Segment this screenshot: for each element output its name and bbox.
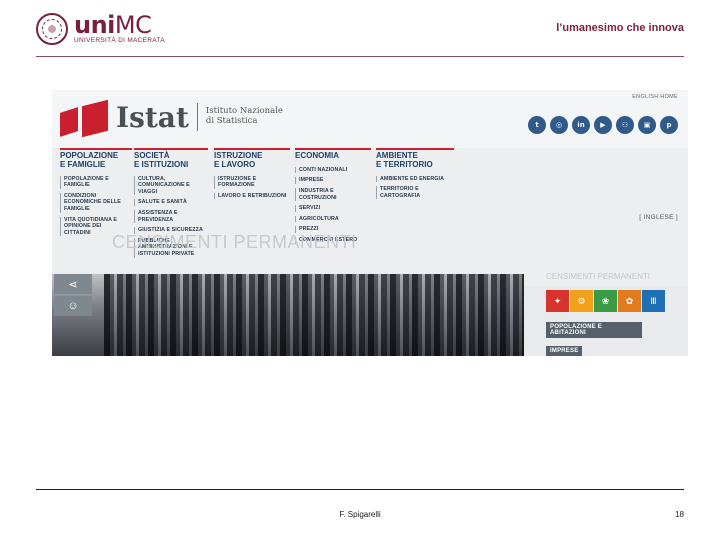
menu-column-4: AMBIENTE E TERRITORIO AMBIENTE ED ENERGIA… — [376, 148, 454, 203]
flickr-icon[interactable]: ⚇ — [616, 116, 634, 134]
census-tiles: ✦ ⚙ ❀ ✿ Ⅲ — [546, 290, 686, 312]
census-button-population[interactable]: POPOLAZIONE E ABITAZIONI — [546, 322, 642, 338]
menu-link[interactable]: TERRITORIO E CARTOGRAFIA — [376, 186, 454, 200]
menu-title[interactable]: AMBIENTE E TERRITORIO — [376, 151, 454, 170]
census-tile-icon[interactable]: ⚙ — [570, 290, 593, 312]
menu-link[interactable]: AMBIENTE ED ENERGIA — [376, 175, 454, 183]
menu-link[interactable]: INDUSTRIA E COSTRUZIONI — [295, 188, 371, 202]
feedback-icon[interactable]: ☺ — [54, 296, 92, 316]
menu-links: POPOLAZIONE E FAMIGLIE CONDIZIONI ECONOMI… — [60, 175, 132, 237]
page-number: 18 — [675, 510, 684, 519]
menu-title[interactable]: SOCIETÀ E ISTITUZIONI — [134, 151, 208, 170]
menu-link[interactable]: CONDIZIONI ECONOMICHE DELLE FAMIGLIE — [60, 192, 132, 213]
istat-separator — [196, 103, 198, 131]
menu-title[interactable]: ISTRUZIONE E LAVORO — [214, 151, 290, 170]
menu-link[interactable]: LAVORO E RETRIBUZIONI — [214, 192, 290, 200]
menu-title[interactable]: POPOLAZIONE E FAMIGLIE — [60, 151, 132, 170]
university-seal-icon — [36, 13, 68, 45]
menu-link[interactable]: ISTRUZIONE E FORMAZIONE — [214, 175, 290, 189]
menu-column-accent — [376, 148, 454, 150]
social-links: t ◎ in ▶ ⚇ ▣ p — [528, 116, 678, 134]
twitter-icon[interactable]: t — [528, 116, 546, 134]
menu-column-accent — [134, 148, 208, 150]
menu-link[interactable]: CULTURA, COMUNICAZIONE E VIAGGI — [134, 175, 208, 196]
menu-links: AMBIENTE ED ENERGIA TERRITORIO E CARTOGRA… — [376, 175, 454, 200]
istat-mark-icon — [60, 99, 112, 138]
menu-link[interactable]: ASSISTENZA E PREVIDENZA — [134, 210, 208, 224]
tagline: l’umanesimo che innova — [556, 22, 684, 34]
menu-column-accent — [214, 148, 290, 150]
census-panel: ✦ ⚙ ❀ ✿ Ⅲ POPOLAZIONE E ABITAZIONI IMPRESE — [546, 290, 686, 356]
census-tile-icon[interactable]: ✿ — [618, 290, 641, 312]
footer-rule — [36, 489, 684, 490]
pinterest-icon[interactable]: p — [660, 116, 678, 134]
unimc-logo: uniMC UNIVERSITÀ DI MACERATA — [36, 12, 165, 46]
istat-subtitle-line2: di Statistica — [205, 116, 258, 126]
inglese-link[interactable]: [ INGLESE ] — [639, 214, 678, 221]
census-label: CENSIMENTI PERMANENTI — [546, 272, 651, 281]
census-button-imprese[interactable]: IMPRESE — [546, 346, 583, 356]
header-rule — [36, 56, 684, 57]
youtube-icon[interactable]: ▶ — [594, 116, 612, 134]
menu-column-accent — [295, 148, 371, 150]
side-tools: ⋖ ☺ — [54, 274, 92, 318]
logo-main-thin: MC — [114, 11, 152, 40]
census-tile-icon[interactable]: ❀ — [594, 290, 617, 312]
ghost-banner-title: CENSIMENTI PERMANENTI — [112, 232, 357, 252]
menu-column-0: POPOLAZIONE E FAMIGLIE POPOLAZIONE E FAMI… — [60, 148, 132, 240]
menu-column-2: ISTRUZIONE E LAVORO ISTRUZIONE E FORMAZIO… — [214, 148, 290, 203]
istat-wordmark: Istat — [116, 100, 189, 134]
hero-crowd-image — [104, 274, 524, 356]
menu-link[interactable]: SERVIZI — [295, 205, 371, 212]
logo-subtitle: UNIVERSITÀ DI MACERATA — [74, 37, 165, 45]
english-home-link[interactable]: ENGLISH HOME — [632, 94, 678, 100]
menu-link[interactable]: POPOLAZIONE E FAMIGLIE — [60, 175, 132, 189]
menu-link[interactable]: SALUTE E SANITÀ — [134, 199, 208, 207]
census-tile-icon[interactable]: Ⅲ — [642, 290, 665, 312]
istat-website-screenshot: ENGLISH HOME Istat Istituto Nazionale di… — [52, 90, 688, 356]
istat-logo[interactable]: Istat Istituto Nazionale di Statistica — [60, 99, 283, 138]
menu-link[interactable]: IMPRESE — [295, 177, 371, 185]
logo-main-bold: uni — [74, 11, 115, 40]
share-icon[interactable]: ⋖ — [54, 274, 92, 294]
menu-links: ISTRUZIONE E FORMAZIONE LAVORO E RETRIBUZ… — [214, 175, 290, 200]
menu-column-accent — [60, 148, 132, 150]
unimc-wordmark: uniMC UNIVERSITÀ DI MACERATA — [74, 13, 165, 45]
menu-link[interactable]: CONTI NAZIONALI — [295, 166, 371, 174]
menu-link[interactable]: AGRICOLTURA — [295, 215, 371, 223]
menu-title[interactable]: ECONOMIA — [295, 151, 371, 161]
istat-subtitle: Istituto Nazionale di Statistica — [205, 106, 283, 127]
istat-header: ENGLISH HOME Istat Istituto Nazionale di… — [52, 90, 688, 148]
census-tile-icon[interactable]: ✦ — [546, 290, 569, 312]
istat-mega-menu: POPOLAZIONE E FAMIGLIE POPOLAZIONE E FAMI… — [52, 148, 688, 286]
instagram-icon[interactable]: ◎ — [550, 116, 568, 134]
linkedin-icon[interactable]: in — [572, 116, 590, 134]
footer-author: F. Spigarelli — [339, 510, 381, 519]
facebook-icon[interactable]: ▣ — [638, 116, 656, 134]
